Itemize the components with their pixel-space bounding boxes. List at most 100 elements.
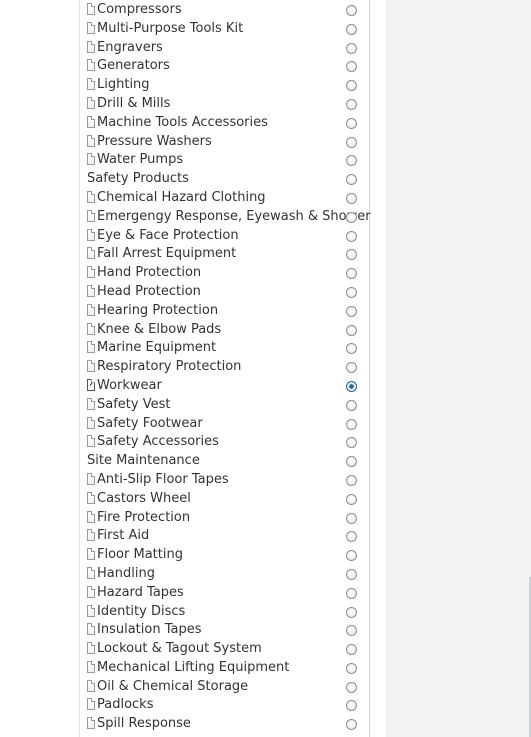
radio-button[interactable] xyxy=(346,550,357,562)
radio-button[interactable] xyxy=(346,61,357,73)
list-item-label: Hand Protection xyxy=(97,265,202,281)
radio-button[interactable] xyxy=(346,531,357,543)
list-item[interactable]: Identity Discs xyxy=(80,603,371,622)
radio-button[interactable] xyxy=(346,42,357,54)
list-item[interactable]: Water Pumps xyxy=(80,151,371,170)
radio-button[interactable] xyxy=(346,474,357,486)
list-item[interactable]: Padlocks xyxy=(80,696,371,715)
document-icon xyxy=(87,153,95,166)
list-item[interactable]: Lighting xyxy=(80,76,371,95)
radio-button[interactable] xyxy=(346,117,357,129)
list-item[interactable]: Spill Response xyxy=(80,715,371,734)
list-item[interactable]: Floor Matting xyxy=(80,546,371,565)
radio-button[interactable] xyxy=(346,268,357,280)
radio-button[interactable] xyxy=(346,343,357,355)
document-icon xyxy=(87,585,95,598)
list-item[interactable]: Anti-Slip Floor Tapes xyxy=(80,471,371,490)
list-item[interactable]: Oil & Chemical Storage xyxy=(80,678,371,697)
category-heading-row[interactable]: Site Maintenance xyxy=(80,452,371,471)
list-item[interactable]: Eye & Face Protection xyxy=(80,227,371,246)
radio-button[interactable] xyxy=(346,587,357,599)
radio-button[interactable] xyxy=(346,324,357,336)
document-icon xyxy=(87,623,95,636)
list-item-label: Head Protection xyxy=(97,283,201,299)
radio-button[interactable] xyxy=(346,456,357,468)
list-item-label: Oil & Chemical Storage xyxy=(97,678,249,694)
radio-button[interactable] xyxy=(346,568,357,580)
radio-button[interactable] xyxy=(346,681,357,693)
list-item-label: Emergengy Response, Eyewash & Shower xyxy=(97,208,371,224)
list-item[interactable]: Hazard Tapes xyxy=(80,584,371,603)
radio-button[interactable] xyxy=(346,136,357,148)
list-item-label: Anti-Slip Floor Tapes xyxy=(97,471,229,487)
document-edit-icon xyxy=(87,378,95,391)
list-item[interactable]: Multi-Purpose Tools Kit xyxy=(80,20,371,39)
list-item[interactable]: Lockout & Tagout System xyxy=(80,640,371,659)
radio-button[interactable] xyxy=(346,362,357,374)
radio-button[interactable] xyxy=(346,174,357,186)
list-item[interactable]: Castors Wheel xyxy=(80,490,371,509)
document-icon xyxy=(87,134,95,147)
list-item[interactable]: Chemical Hazard Clothing xyxy=(80,189,371,208)
document-icon xyxy=(87,322,95,335)
list-item-label: Machine Tools Accessories xyxy=(97,114,268,130)
list-item[interactable]: Knee & Elbow Pads xyxy=(80,321,371,340)
radio-button[interactable] xyxy=(346,211,357,223)
radio-button[interactable] xyxy=(346,700,357,712)
list-item[interactable]: Head Protection xyxy=(80,283,371,302)
list-item[interactable]: Respiratory Protection xyxy=(80,358,371,377)
list-item[interactable]: Insulation Tapes xyxy=(80,621,371,640)
list-item[interactable]: Generators xyxy=(80,57,371,76)
document-icon xyxy=(87,284,95,297)
list-item-label: Eye & Face Protection xyxy=(97,227,239,243)
radio-button[interactable] xyxy=(346,305,357,317)
document-icon xyxy=(87,435,95,448)
list-item[interactable]: Machine Tools Accessories xyxy=(80,114,371,133)
radio-button[interactable] xyxy=(346,230,357,242)
radio-button[interactable] xyxy=(346,249,357,261)
list-item[interactable]: First Aid xyxy=(80,527,371,546)
radio-button[interactable] xyxy=(346,606,357,618)
list-item[interactable]: Safety Accessories xyxy=(80,433,371,452)
category-heading-label: Safety Products xyxy=(87,171,189,187)
list-item[interactable]: Mechanical Lifting Equipment xyxy=(80,659,371,678)
list-item[interactable]: Fire Protection xyxy=(80,509,371,528)
radio-button[interactable] xyxy=(346,155,357,167)
radio-button[interactable] xyxy=(346,192,357,204)
radio-button[interactable] xyxy=(346,98,357,110)
list-item[interactable]: Safety Vest xyxy=(80,396,371,415)
document-icon xyxy=(87,472,95,485)
list-item[interactable]: Compressors xyxy=(80,1,371,20)
radio-button[interactable] xyxy=(346,493,357,505)
list-item-label: Identity Discs xyxy=(97,603,186,619)
radio-button[interactable] xyxy=(346,380,357,392)
radio-button[interactable] xyxy=(346,644,357,656)
radio-button[interactable] xyxy=(346,5,357,16)
list-item[interactable]: Engravers xyxy=(80,39,371,58)
radio-button[interactable] xyxy=(346,437,357,449)
radio-button[interactable] xyxy=(346,512,357,524)
radio-button[interactable] xyxy=(346,80,357,92)
radio-button[interactable] xyxy=(346,625,357,637)
list-item[interactable]: Hand Protection xyxy=(80,264,371,283)
radio-button[interactable] xyxy=(346,662,357,674)
radio-button[interactable] xyxy=(346,399,357,411)
document-icon xyxy=(87,548,95,561)
radio-button[interactable] xyxy=(346,286,357,298)
list-item[interactable]: Hearing Protection xyxy=(80,302,371,321)
list-item[interactable]: Workwear xyxy=(80,377,371,396)
radio-button[interactable] xyxy=(346,23,357,35)
radio-button[interactable] xyxy=(346,719,357,731)
list-item[interactable]: Fall Arrest Equipment xyxy=(80,245,371,264)
list-item[interactable]: Marine Equipment xyxy=(80,339,371,358)
list-item[interactable]: Handling xyxy=(80,565,371,584)
list-item[interactable]: Emergengy Response, Eyewash & Shower xyxy=(80,208,371,227)
list-item[interactable]: Safety Footwear xyxy=(80,415,371,434)
list-item-label: Mechanical Lifting Equipment xyxy=(97,659,290,675)
category-heading-row[interactable]: Safety Products xyxy=(80,170,371,189)
document-icon xyxy=(87,96,95,109)
list-item-label: Generators xyxy=(97,58,170,74)
radio-button[interactable] xyxy=(346,418,357,430)
list-item[interactable]: Pressure Washers xyxy=(80,133,371,152)
list-item[interactable]: Drill & Mills xyxy=(80,95,371,114)
